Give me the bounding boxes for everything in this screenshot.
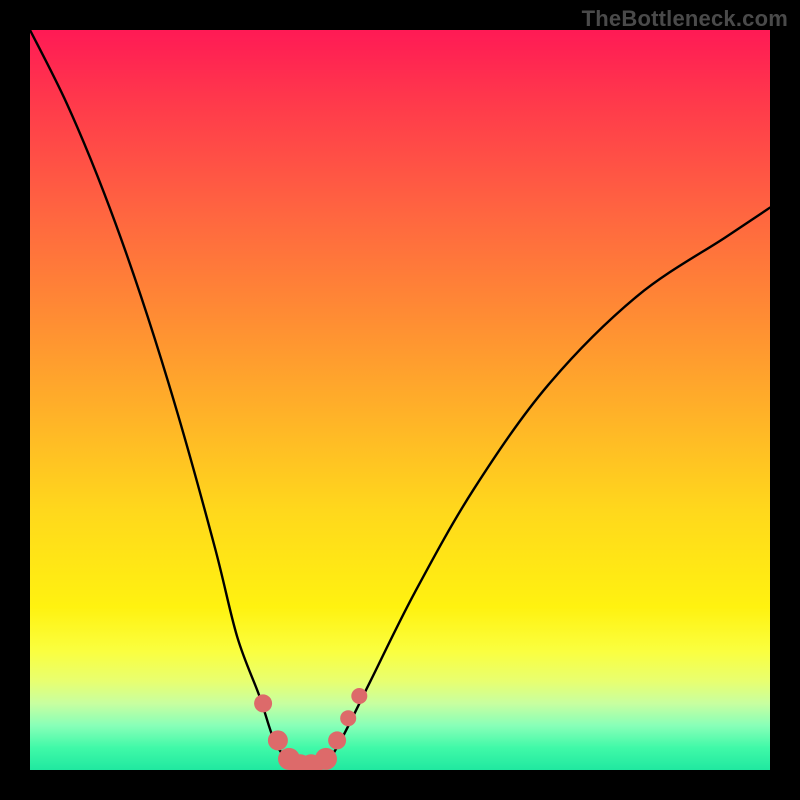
marker-dot <box>328 731 346 749</box>
bottleneck-curve <box>30 30 770 770</box>
chart-frame: TheBottleneck.com <box>0 0 800 800</box>
plot-area <box>30 30 770 770</box>
marker-dot <box>315 748 337 770</box>
marker-dot <box>268 730 288 750</box>
marker-dot <box>254 694 272 712</box>
marker-dot <box>351 688 367 704</box>
chart-svg <box>30 30 770 770</box>
watermark-text: TheBottleneck.com <box>582 6 788 32</box>
marker-dot <box>340 710 356 726</box>
